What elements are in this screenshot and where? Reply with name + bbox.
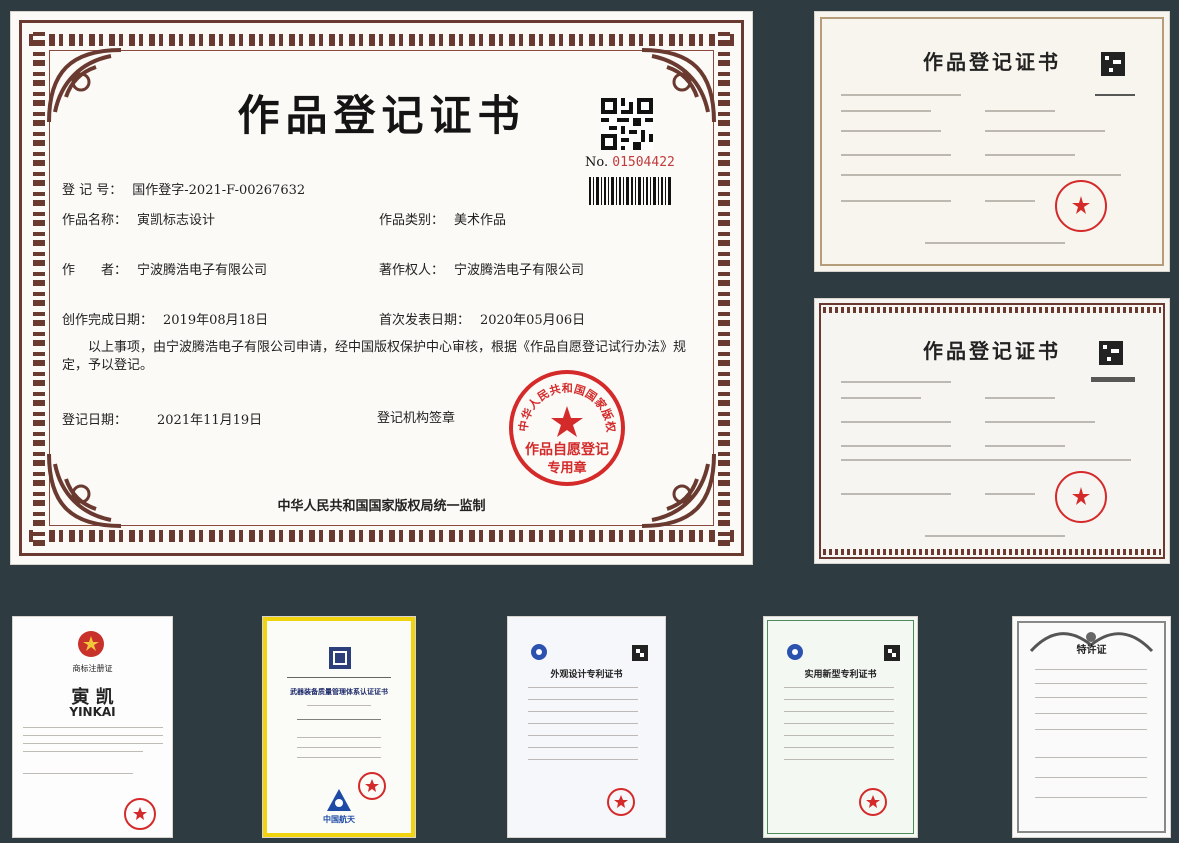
work-name-field: 作品名称： 寅凯标志设计 bbox=[62, 209, 215, 228]
copyright-owner-value: 宁波腾浩电子有限公司 bbox=[454, 263, 585, 278]
thumbnail-b-seal bbox=[1055, 471, 1107, 523]
main-certificate[interactable]: 作品登记证书 No. 01504422 登 记 号： 国作登字-2021-F-00… bbox=[11, 12, 752, 564]
utility-patent-qr-icon bbox=[884, 645, 900, 661]
trademark-brand-en: YINKAI bbox=[69, 705, 116, 719]
certification-logo-icon bbox=[329, 647, 351, 669]
seal-inner-line1: 作品自愿登记 bbox=[525, 441, 609, 458]
completion-date-field: 创作完成日期： 2019年08月18日 bbox=[62, 309, 268, 328]
thumbnail-a-seal bbox=[1055, 180, 1107, 232]
certificate-thumbnail-a[interactable]: 作品登记证书 bbox=[815, 12, 1169, 271]
quality-brand: 中国航天 bbox=[323, 814, 355, 824]
invention-certificate-thumbnail[interactable]: 特许证 bbox=[1013, 617, 1170, 837]
completion-date-label: 创作完成日期： bbox=[62, 313, 154, 328]
copyright-owner-label: 著作权人： bbox=[379, 263, 445, 278]
utility-patent-thumbnail[interactable]: 实用新型专利证书 bbox=[764, 617, 917, 837]
thumbnail-b-qr-icon bbox=[1099, 341, 1123, 365]
top-meander-border bbox=[29, 34, 734, 46]
quality-seal bbox=[358, 772, 386, 800]
quality-title: 武器装备质量管理体系认证证书 bbox=[290, 687, 388, 696]
invention-title: 特许证 bbox=[1076, 645, 1107, 656]
trademark-seal bbox=[124, 798, 156, 830]
copyright-owner-field: 著作权人： 宁波腾浩电子有限公司 bbox=[379, 259, 584, 278]
registration-date-field: 登记日期： 2021年11月19日 bbox=[62, 409, 262, 428]
publish-date-label: 首次发表日期： bbox=[379, 313, 471, 328]
trademark-certificate-thumbnail[interactable]: 商标注册证 寅 凯 YINKAI bbox=[13, 617, 172, 837]
quality-certificate-thumbnail[interactable]: 武器装备质量管理体系认证证书 中国航天 bbox=[263, 617, 415, 837]
qr-code-icon bbox=[601, 98, 653, 150]
aerospace-logo-icon bbox=[327, 789, 351, 811]
design-patent-title: 外观设计专利证书 bbox=[550, 670, 623, 680]
utility-patent-seal bbox=[859, 788, 887, 816]
author-field: 作 者： 宁波腾浩电子有限公司 bbox=[62, 259, 267, 278]
scroll-corner-bottom-left bbox=[47, 453, 122, 528]
registration-number-value: 国作登字-2021-F-00267632 bbox=[132, 183, 306, 198]
work-type-label: 作品类别： bbox=[379, 213, 445, 228]
official-seal: 中华人民共和国国家版权局 作品自愿登记 专用章 bbox=[507, 368, 625, 486]
work-name-label: 作品名称： bbox=[62, 213, 128, 228]
author-label: 作 者： bbox=[62, 263, 128, 278]
seal-star-icon bbox=[551, 406, 583, 437]
certificate-number: No. 01504422 bbox=[585, 155, 675, 170]
barcode-icon bbox=[589, 177, 671, 205]
completion-date-value: 2019年08月18日 bbox=[163, 313, 269, 328]
author-value: 宁波腾浩电子有限公司 bbox=[137, 263, 268, 278]
number-value: 01504422 bbox=[612, 155, 675, 170]
design-patent-seal bbox=[607, 788, 635, 816]
utility-patent-title: 实用新型专利证书 bbox=[804, 670, 877, 680]
work-type-value: 美术作品 bbox=[454, 213, 507, 228]
scroll-corner-bottom-right bbox=[641, 453, 716, 528]
work-type-field: 作品类别： 美术作品 bbox=[379, 209, 506, 228]
publish-date-field: 首次发表日期： 2020年05月06日 bbox=[379, 309, 585, 328]
seal-inner-line2: 专用章 bbox=[547, 460, 586, 476]
certificate-footer: 中华人民共和国国家版权局统一监制 bbox=[277, 499, 486, 514]
work-name-value: 寅凯标志设计 bbox=[137, 213, 216, 228]
national-emblem-icon bbox=[78, 631, 104, 657]
patent-office-logo-icon bbox=[531, 644, 547, 660]
design-patent-qr-icon bbox=[632, 645, 648, 661]
trademark-title: 商标注册证 bbox=[72, 664, 113, 673]
registration-date-label: 登记日期： bbox=[62, 413, 128, 428]
registration-number-field: 登 记 号： 国作登字-2021-F-00267632 bbox=[62, 179, 305, 198]
certificate-thumbnail-b[interactable]: 作品登记证书 bbox=[815, 299, 1169, 563]
patent-office-logo-icon bbox=[787, 644, 803, 660]
bottom-meander-border bbox=[29, 530, 734, 542]
seal-signature-label: 登记机构签章 bbox=[377, 411, 456, 426]
registration-number-label: 登 记 号： bbox=[62, 183, 123, 198]
design-patent-thumbnail[interactable]: 外观设计专利证书 bbox=[508, 617, 665, 837]
registration-date-value: 2021年11月19日 bbox=[157, 413, 263, 428]
publish-date-value: 2020年05月06日 bbox=[480, 313, 586, 328]
number-label: No. bbox=[585, 155, 609, 170]
thumbnail-a-qr-icon bbox=[1101, 52, 1125, 76]
